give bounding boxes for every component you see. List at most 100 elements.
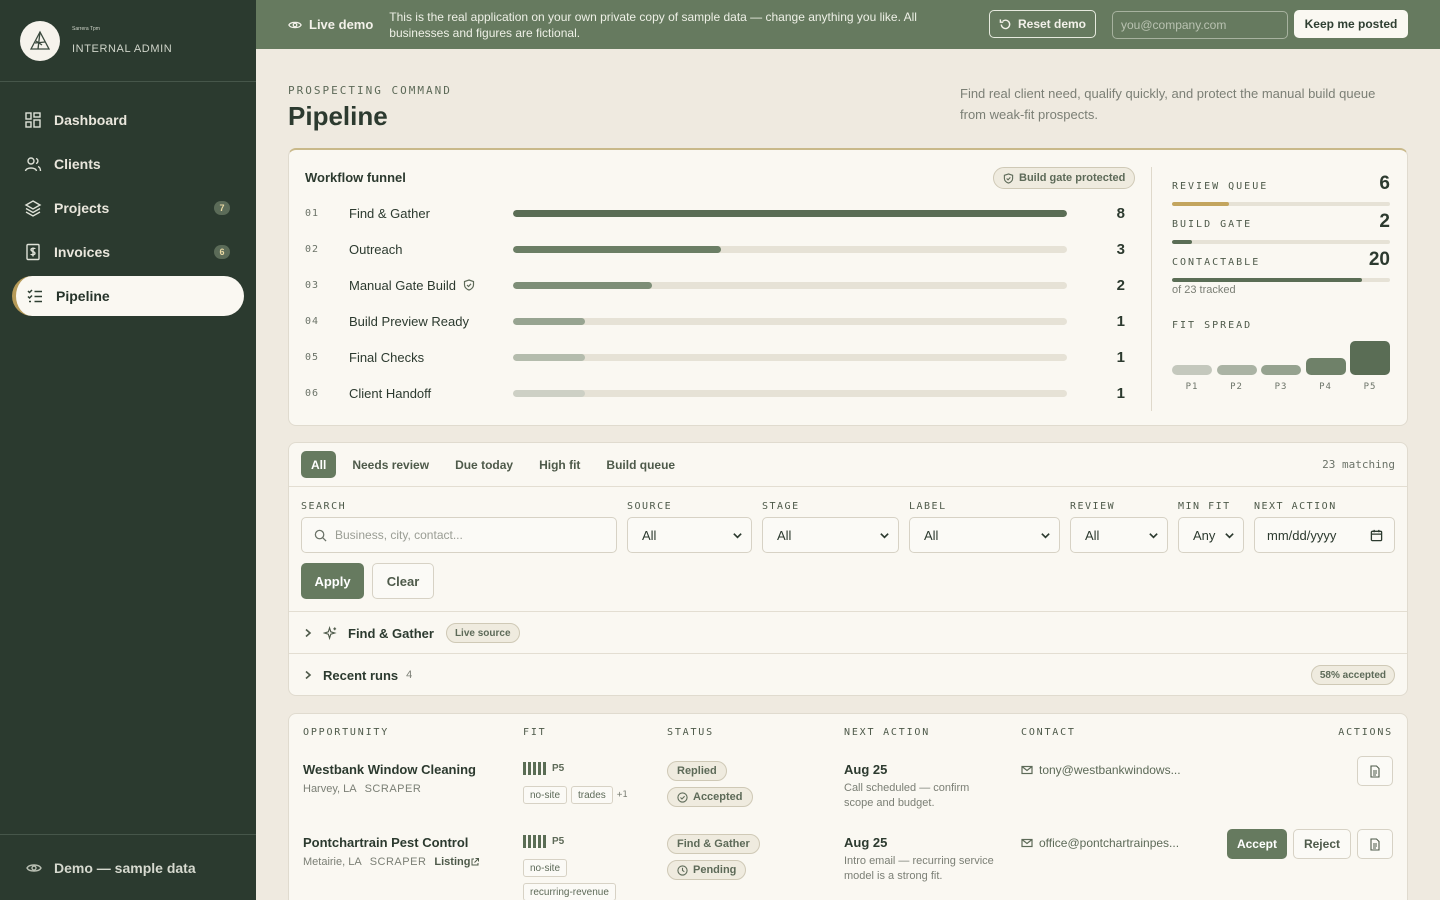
stage-pill: Find & Gather (667, 834, 760, 854)
tag[interactable]: recurring-revenue (523, 883, 616, 900)
email-field[interactable] (1112, 11, 1288, 39)
table-row[interactable]: Pontchartrain Pest Control Metairie, LA … (289, 829, 1407, 900)
funnel-divider (1151, 167, 1152, 411)
accept-button[interactable]: Accept (1226, 829, 1287, 859)
checklist-icon (27, 289, 42, 303)
business-name[interactable]: Pontchartrain Pest Control (303, 835, 468, 850)
funnel-stage-row[interactable]: 02 Outreach 3 (305, 239, 1125, 259)
matching-count: 23 matching (1322, 458, 1395, 471)
sidebar-footer[interactable]: Demo — sample data (0, 834, 256, 900)
check-circle-icon (677, 791, 688, 803)
review-status-pill: Pending (667, 860, 747, 880)
stage-label-text: Outreach (349, 241, 403, 257)
recent-runs-count: 4 (406, 669, 413, 681)
calendar-icon[interactable] (1370, 529, 1383, 542)
metric-fill (1172, 202, 1229, 206)
dashboard-icon (25, 112, 41, 128)
funnel-stage-row[interactable]: 03 Manual Gate Build 2 (305, 275, 1125, 295)
column-header-status[interactable]: STATUS (667, 727, 714, 738)
recent-runs-expander[interactable]: Recent runs 4 58% accepted (289, 654, 1407, 696)
keep-me-posted-button[interactable]: Keep me posted (1294, 10, 1408, 38)
funnel-stage-row[interactable]: 04 Build Preview Ready 1 (305, 311, 1125, 331)
business-name[interactable]: Westbank Window Cleaning (303, 762, 476, 777)
filter-card: All Needs review Due today High fit Buil… (288, 442, 1408, 696)
stage-number: 06 (305, 387, 320, 399)
stage-number: 05 (305, 351, 320, 363)
reset-demo-label: Reset demo (1017, 17, 1087, 31)
tab-high-fit[interactable]: High fit (529, 451, 590, 478)
page-eyebrow: PROSPECTING COMMAND (288, 84, 452, 97)
view-document-button[interactable] (1357, 756, 1393, 786)
column-header-fit[interactable]: FIT (523, 727, 546, 738)
filter-tabs: All Needs review Due today High fit Buil… (301, 451, 691, 478)
sidebar-item-projects[interactable]: Projects 7 (12, 188, 244, 228)
tag[interactable]: no-site (523, 859, 568, 877)
tab-build-queue[interactable]: Build queue (596, 451, 685, 478)
stage-bar-fill (513, 353, 586, 361)
stage-select[interactable]: All (762, 517, 899, 553)
apply-button[interactable]: Apply (301, 563, 364, 599)
chevron-down-icon (733, 533, 742, 539)
column-header-next-action[interactable]: NEXT ACTION (844, 727, 930, 738)
funnel-stage-row[interactable]: 01 Find & Gather 8 (305, 203, 1125, 223)
invoice-icon (26, 243, 40, 261)
source-select[interactable]: All (627, 517, 752, 553)
sidebar-item-pipeline[interactable]: Pipeline (12, 276, 244, 316)
next-action-date: Aug 25 (844, 762, 888, 777)
reset-icon (999, 18, 1011, 29)
tab-all[interactable]: All (301, 451, 337, 478)
funnel-stage-row[interactable]: 05 Final Checks 1 (305, 347, 1125, 367)
tag[interactable]: trades (571, 786, 613, 804)
column-header-contact[interactable]: CONTACT (1021, 727, 1076, 738)
contact-email[interactable]: office@pontchartrainpes... (1021, 836, 1179, 850)
find-gather-expander[interactable]: Find & Gather Live source (289, 612, 1407, 654)
sidebar-nav: Dashboard Clients Projects 7 Invoices 6 … (0, 82, 256, 316)
clock-icon (677, 864, 688, 876)
review-value: All (1085, 527, 1100, 543)
label-label: LABEL (909, 501, 947, 512)
search-input[interactable] (335, 528, 595, 542)
opportunities-table: OPPORTUNITY FIT STATUS NEXT ACTION CONTA… (288, 713, 1408, 900)
invoices-count-badge: 6 (214, 245, 230, 259)
stage-count: 1 (1116, 312, 1125, 330)
stage-bar-fill (513, 209, 1067, 217)
next-action-date-input[interactable]: mm/dd/yyyy (1254, 517, 1395, 553)
reset-demo-button[interactable]: Reset demo (989, 10, 1096, 38)
stage-number: 03 (305, 279, 320, 291)
reject-button[interactable]: Reject (1292, 829, 1351, 859)
brand-logo[interactable] (20, 20, 60, 61)
listing-link[interactable]: Listing (434, 856, 480, 868)
metric-value: 20 (1368, 249, 1390, 270)
sidebar-item-dashboard[interactable]: Dashboard (12, 100, 244, 140)
metric-track (1172, 202, 1390, 206)
label-select[interactable]: All (909, 517, 1060, 553)
review-select[interactable]: All (1070, 517, 1168, 553)
more-tags[interactable]: +1 (617, 790, 628, 800)
funnel-stage-row[interactable]: 06 Client Handoff 1 (305, 383, 1125, 403)
label-value: All (924, 527, 939, 543)
sidebar-item-clients[interactable]: Clients (12, 144, 244, 184)
tag[interactable]: no-site (523, 786, 568, 804)
min-fit-label: MIN FIT (1178, 501, 1231, 512)
column-header-opportunity[interactable]: OPPORTUNITY (303, 727, 389, 738)
tag-list: no-site trades +1 (523, 786, 643, 810)
metric-review-queue: REVIEW QUEUE 6 (1172, 173, 1390, 206)
view-document-button[interactable] (1357, 829, 1393, 859)
contact-email-text: tony@westbankwindows... (1039, 763, 1181, 777)
sidebar-item-invoices[interactable]: Invoices 6 (12, 232, 244, 272)
fit-label: P5 (552, 763, 565, 774)
contact-email[interactable]: tony@westbankwindows... (1021, 763, 1181, 777)
stage-bar-fill (513, 281, 652, 289)
stage-label-text: Client Handoff (349, 385, 432, 401)
stage-count: 8 (1116, 204, 1125, 222)
tab-needs-review[interactable]: Needs review (342, 451, 439, 478)
min-fit-select[interactable]: Any (1178, 517, 1244, 553)
next-action-label: NEXT ACTION (1254, 501, 1337, 512)
page-title: Pipeline (288, 101, 388, 131)
table-row[interactable]: Westbank Window Cleaning Harvey, LA SCRA… (289, 756, 1407, 836)
fit-spread-label: P3 (1274, 382, 1288, 392)
tab-due-today[interactable]: Due today (445, 451, 523, 478)
clear-button[interactable]: Clear (372, 563, 434, 599)
search-label: SEARCH (301, 501, 347, 512)
fit-spread-label: P1 (1185, 382, 1199, 392)
